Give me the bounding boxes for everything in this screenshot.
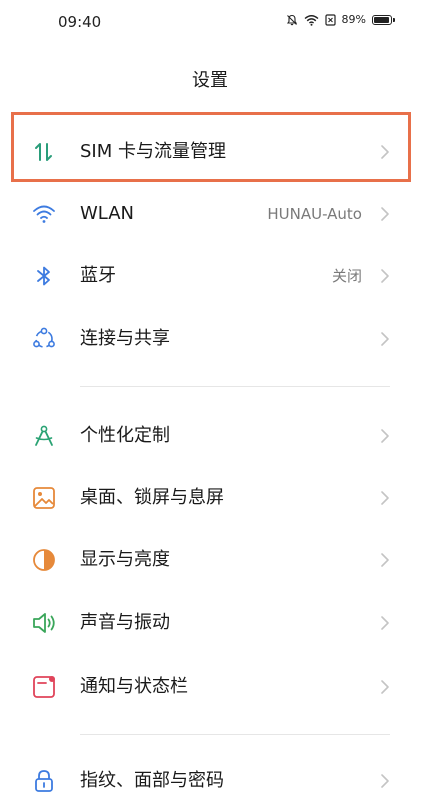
wifi-icon xyxy=(304,14,319,26)
mute-bell-icon xyxy=(286,14,298,26)
chevron-right-icon xyxy=(380,679,390,695)
section-divider xyxy=(80,386,390,387)
page-title: 设置 xyxy=(192,70,228,91)
bluetooth-icon xyxy=(30,262,58,290)
settings-item-label: SIM 卡与流量管理 xyxy=(80,141,226,162)
chevron-right-icon xyxy=(380,615,390,631)
sim-icon xyxy=(324,13,336,26)
settings-item-label: 个性化定制 xyxy=(80,425,170,446)
settings-item-notification-statusbar[interactable]: 通知与状态栏 xyxy=(0,659,420,715)
status-bar: 09:40 89% xyxy=(0,0,432,44)
settings-item-display-brightness[interactable]: 显示与亮度 xyxy=(0,532,420,588)
battery-icon xyxy=(372,14,395,25)
settings-item-label: 连接与共享 xyxy=(80,328,170,349)
settings-item-label: 显示与亮度 xyxy=(80,549,170,570)
chevron-right-icon xyxy=(380,206,390,222)
settings-item-value: HUNAU-Auto xyxy=(267,205,362,223)
notification-icon xyxy=(30,673,58,701)
section-divider xyxy=(80,734,390,735)
status-icons: 89% xyxy=(286,13,395,26)
compass-icon xyxy=(30,422,58,450)
settings-item-label: 声音与振动 xyxy=(80,612,170,633)
chevron-right-icon xyxy=(380,773,390,789)
settings-item-label: 蓝牙 xyxy=(80,265,116,286)
settings-item-label: 桌面、锁屏与息屏 xyxy=(80,487,224,508)
settings-item-fingerprint-face-password[interactable]: 指纹、面部与密码 xyxy=(0,753,420,809)
settings-item-value: 关闭 xyxy=(331,267,362,285)
chevron-right-icon xyxy=(380,428,390,444)
settings-item-label: 通知与状态栏 xyxy=(80,676,188,697)
share-nodes-icon xyxy=(30,325,58,353)
chevron-right-icon xyxy=(380,490,390,506)
settings-item-desktop-lockscreen[interactable]: 桌面、锁屏与息屏 xyxy=(0,470,420,526)
settings-item-connection-sharing[interactable]: 连接与共享 xyxy=(0,311,420,367)
settings-item-wlan[interactable]: WLAN HUNAU-Auto xyxy=(0,186,420,242)
status-time: 09:40 xyxy=(58,13,102,31)
brightness-icon xyxy=(30,546,58,574)
lock-icon xyxy=(30,767,58,795)
battery-percent: 89% xyxy=(341,13,366,26)
settings-item-bluetooth[interactable]: 蓝牙 关闭 xyxy=(0,248,420,304)
wallpaper-icon xyxy=(30,484,58,512)
settings-item-personalization[interactable]: 个性化定制 xyxy=(0,408,420,464)
chevron-right-icon xyxy=(380,268,390,284)
settings-item-sim[interactable]: SIM 卡与流量管理 xyxy=(0,124,420,180)
settings-item-label: WLAN xyxy=(80,203,135,224)
settings-item-label: 指纹、面部与密码 xyxy=(80,770,224,791)
settings-item-sound-vibration[interactable]: 声音与振动 xyxy=(0,595,420,651)
chevron-right-icon xyxy=(380,331,390,347)
chevron-right-icon xyxy=(380,144,390,160)
chevron-right-icon xyxy=(380,552,390,568)
speaker-icon xyxy=(30,609,58,637)
data-arrows-icon xyxy=(30,138,58,166)
wifi-icon xyxy=(30,200,58,228)
